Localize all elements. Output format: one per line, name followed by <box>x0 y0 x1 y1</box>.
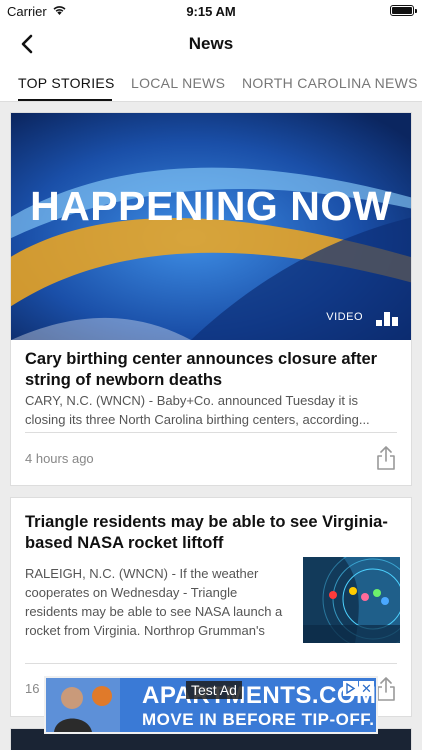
card-divider <box>25 663 397 664</box>
share-icon[interactable] <box>375 445 397 471</box>
ad-subheadline: MOVE IN BEFORE TIP-OFF. <box>142 710 375 729</box>
adchoices-icon[interactable] <box>343 681 358 696</box>
map-thumbnail-image <box>303 557 400 643</box>
hero-headline: HAPPENING NOW <box>30 183 392 229</box>
battery-icon <box>390 5 417 16</box>
card-divider <box>25 432 397 433</box>
video-label: VIDEO <box>326 311 363 323</box>
story-summary: RALEIGH, N.C. (WNCN) - If the weather co… <box>25 566 283 638</box>
test-ad-label: Test Ad <box>186 681 242 699</box>
active-tab-indicator <box>18 99 112 101</box>
share-icon[interactable] <box>375 676 397 702</box>
story-thumbnail[interactable] <box>303 557 400 643</box>
section-tabs: TOP STORIES LOCAL NEWS NORTH CAROLINA NE… <box>0 66 422 102</box>
story-timestamp: 4 hours ago <box>25 451 94 466</box>
tab-top-stories[interactable]: TOP STORIES <box>18 75 115 91</box>
status-bar: Carrier 9:15 AM <box>0 0 422 22</box>
banner-ad[interactable]: APARTMENTS.COM MOVE IN BEFORE TIP-OFF. T… <box>44 676 378 734</box>
video-bars-icon <box>376 312 398 326</box>
story-title[interactable]: Cary birthing center announces closure a… <box>25 349 397 391</box>
story-timestamp: 16 <box>25 681 40 696</box>
ad-headline: APARTMENTS.COM <box>142 682 377 709</box>
ad-photo <box>46 678 120 732</box>
tab-local-news[interactable]: LOCAL NEWS <box>131 75 225 91</box>
close-icon[interactable]: ✕ <box>359 681 374 696</box>
story-card[interactable]: HAPPENING NOW VIDEO Cary birthing center… <box>10 112 412 486</box>
clock: 9:15 AM <box>186 4 236 19</box>
story-summary: CARY, N.C. (WNCN) - Baby+Co. announced T… <box>25 393 370 427</box>
story-hero-image[interactable]: HAPPENING NOW VIDEO <box>11 113 411 340</box>
nav-bar: News <box>0 22 422 66</box>
story-title[interactable]: Triangle residents may be able to see Vi… <box>25 512 397 554</box>
tab-north-carolina-news[interactable]: NORTH CAROLINA NEWS <box>242 75 418 91</box>
page-title: News <box>188 34 234 53</box>
